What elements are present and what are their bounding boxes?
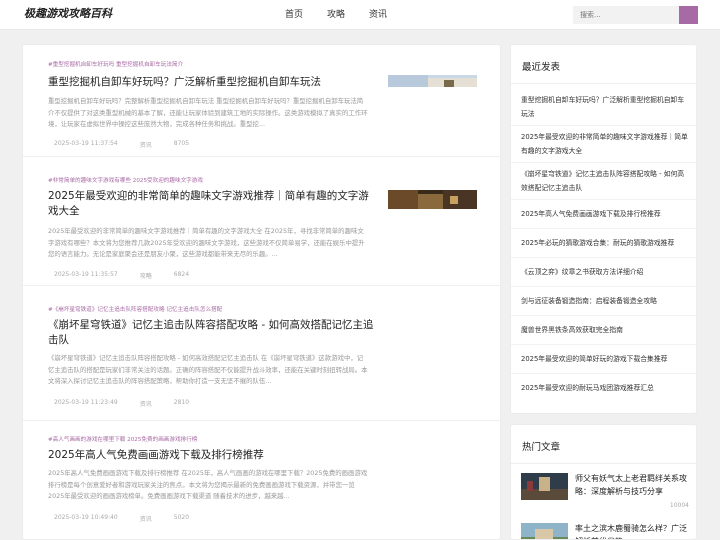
nav-news[interactable]: 资讯 bbox=[369, 0, 387, 30]
article-list: #重型挖掘机自卸车好玩吗 重型挖掘机自卸车玩法简介 重型挖掘机自卸车好玩吗？广泛… bbox=[22, 44, 501, 540]
search-input[interactable] bbox=[573, 6, 679, 24]
article-views: 6824 bbox=[173, 271, 190, 278]
hot-posts-panel: 热门文章 师父有妖气太上老君羁绊关系攻略：深度解析与技巧分享 10004 率土之… bbox=[510, 424, 697, 540]
search-button[interactable] bbox=[679, 6, 698, 24]
divider bbox=[511, 463, 696, 464]
site-logo[interactable]: 极趣游戏攻略百科 bbox=[24, 5, 112, 21]
article-excerpt: 重型挖掘机自卸车好玩吗？完整解析重型挖掘机自卸车玩法 重型挖掘机自卸车好玩吗？重… bbox=[48, 97, 368, 128]
divider bbox=[511, 83, 696, 84]
article-meta: 2025-03-19 11:37:54 资讯 8705 bbox=[54, 140, 211, 149]
top-header: 极趣游戏攻略百科 首页 攻略 资讯 bbox=[0, 0, 720, 30]
hot-post-item[interactable]: 师父有妖气太上老君羁绊关系攻略：深度解析与技巧分享 10004 bbox=[521, 473, 691, 513]
article-tags[interactable]: #《崩坏星穹铁道》记忆主追击队阵容搭配攻略 记忆主追击队怎么搭配 bbox=[48, 305, 222, 313]
article-item: #重型挖掘机自卸车好玩吗 重型挖掘机自卸车玩法简介 重型挖掘机自卸车好玩吗？广泛… bbox=[23, 45, 500, 157]
article-views: 2810 bbox=[173, 399, 190, 406]
hot-posts-heading: 热门文章 bbox=[522, 442, 561, 453]
article-tags[interactable]: #高人气画画的游戏在哪里下载 2025免费的画画游戏排行榜 bbox=[48, 435, 197, 443]
recent-posts-heading: 最近发表 bbox=[522, 62, 561, 73]
recent-post-link[interactable]: 2025年最受欢迎的简单好玩的游戏下载合集推荐 bbox=[511, 345, 696, 374]
hot-post-thumbnail[interactable] bbox=[521, 523, 568, 540]
recent-post-link[interactable]: 《云顶之弈》纹章之书获取方法详细介绍 bbox=[511, 258, 696, 287]
recent-post-link[interactable]: 2025年必玩的猜歌游戏合集：耐玩的猜歌游戏推荐 bbox=[511, 229, 696, 258]
article-meta: 2025-03-19 10:49:40 资讯 5020 bbox=[54, 514, 211, 523]
article-thumbnail[interactable] bbox=[388, 190, 477, 209]
recent-posts-panel: 最近发表 重型挖掘机自卸车好玩吗？广泛解析重型挖掘机自卸车玩法 2025年最受欢… bbox=[510, 44, 697, 414]
recent-post-link[interactable]: 重型挖掘机自卸车好玩吗？广泛解析重型挖掘机自卸车玩法 bbox=[511, 89, 696, 126]
article-date: 2025-03-19 10:49:40 bbox=[54, 514, 118, 521]
recent-posts-list: 重型挖掘机自卸车好玩吗？广泛解析重型挖掘机自卸车玩法 2025年最受欢迎的非常简… bbox=[511, 89, 696, 403]
article-excerpt: 《崩坏星穹铁道》记忆主追击队阵容搭配攻略 - 如何高效搭配记忆主追击队 在《崩坏… bbox=[48, 354, 368, 385]
article-thumbnail[interactable] bbox=[388, 75, 477, 87]
article-title[interactable]: 《崩坏星穹铁道》记忆主追击队阵容搭配攻略 - 如何高效搭配记忆主追击队 bbox=[48, 318, 378, 348]
recent-post-link[interactable]: 2025年高人气免费画画游戏下载及排行榜推荐 bbox=[511, 200, 696, 229]
article-title[interactable]: 2025年高人气免费画画游戏下载及排行榜推荐 bbox=[48, 448, 378, 463]
hot-post-title[interactable]: 师父有妖气太上老君羁绊关系攻略：深度解析与技巧分享 bbox=[575, 473, 691, 498]
recent-post-link[interactable]: 魔兽世界黑铁条高效获取完全指南 bbox=[511, 316, 696, 345]
article-meta: 2025-03-19 11:35:57 攻略 6824 bbox=[54, 271, 211, 280]
article-excerpt: 2025年高人气免费画画游戏下载及排行榜推荐 在2025年，高人气画画的游戏在哪… bbox=[48, 469, 368, 500]
article-views: 5020 bbox=[173, 514, 190, 521]
article-excerpt: 2025年最受欢迎的非常简单的趣味文字游戏推荐｜简单有趣的文字游戏大全 在202… bbox=[48, 227, 365, 258]
article-category[interactable]: 资讯 bbox=[140, 514, 152, 523]
article-category[interactable]: 攻略 bbox=[140, 271, 152, 280]
recent-post-link[interactable]: 2025年最受欢迎的非常简单的趣味文字游戏推荐｜简单有趣的文字游戏大全 bbox=[511, 126, 696, 163]
article-title[interactable]: 重型挖掘机自卸车好玩吗？广泛解析重型挖掘机自卸车玩法 bbox=[48, 75, 368, 90]
article-category[interactable]: 资讯 bbox=[140, 140, 152, 149]
hot-post-thumbnail[interactable] bbox=[521, 473, 568, 500]
article-title[interactable]: 2025年最受欢迎的非常简单的趣味文字游戏推荐｜简单有趣的文字游戏大全 bbox=[48, 189, 376, 219]
article-tags[interactable]: #重型挖掘机自卸车好玩吗 重型挖掘机自卸车玩法简介 bbox=[48, 60, 183, 68]
nav-home[interactable]: 首页 bbox=[285, 0, 303, 30]
article-tags[interactable]: #非常简单的趣味文字游戏有哪些 2025受欢迎的趣味文字游戏 bbox=[48, 176, 203, 184]
recent-post-link[interactable]: 剑与远征装备锻造指南：启程装备锻造全攻略 bbox=[511, 287, 696, 316]
article-date: 2025-03-19 11:35:57 bbox=[54, 271, 118, 278]
nav-guides[interactable]: 攻略 bbox=[327, 0, 345, 30]
article-item: #高人气画画的游戏在哪里下载 2025免费的画画游戏排行榜 2025年高人气免费… bbox=[23, 425, 500, 539]
hot-post-views: 10004 bbox=[669, 502, 689, 509]
recent-post-link[interactable]: 2025年最受欢迎的耐玩马戏团游戏推荐汇总 bbox=[511, 374, 696, 403]
main-nav: 首页 攻略 资讯 bbox=[285, 0, 411, 30]
article-date: 2025-03-19 11:37:54 bbox=[54, 140, 118, 147]
article-category[interactable]: 资讯 bbox=[140, 399, 152, 408]
article-item: #非常简单的趣味文字游戏有哪些 2025受欢迎的趣味文字游戏 2025年最受欢迎… bbox=[23, 164, 500, 286]
article-date: 2025-03-19 11:23:49 bbox=[54, 399, 118, 406]
recent-post-link[interactable]: 《崩坏星穹铁道》记忆主追击队阵容搭配攻略 - 如何高效搭配记忆主追击队 bbox=[511, 163, 696, 200]
hot-post-title[interactable]: 率土之滨木鹿蜀骑怎么样？广泛解析其优劣势 bbox=[575, 523, 691, 539]
article-meta: 2025-03-19 11:23:49 资讯 2810 bbox=[54, 399, 211, 408]
article-item: #《崩坏星穹铁道》记忆主追击队阵容搭配攻略 记忆主追击队怎么搭配 《崩坏星穹铁道… bbox=[23, 293, 500, 421]
hot-post-item[interactable]: 率土之滨木鹿蜀骑怎么样？广泛解析其优劣势 bbox=[521, 523, 691, 540]
article-views: 8705 bbox=[173, 140, 190, 147]
